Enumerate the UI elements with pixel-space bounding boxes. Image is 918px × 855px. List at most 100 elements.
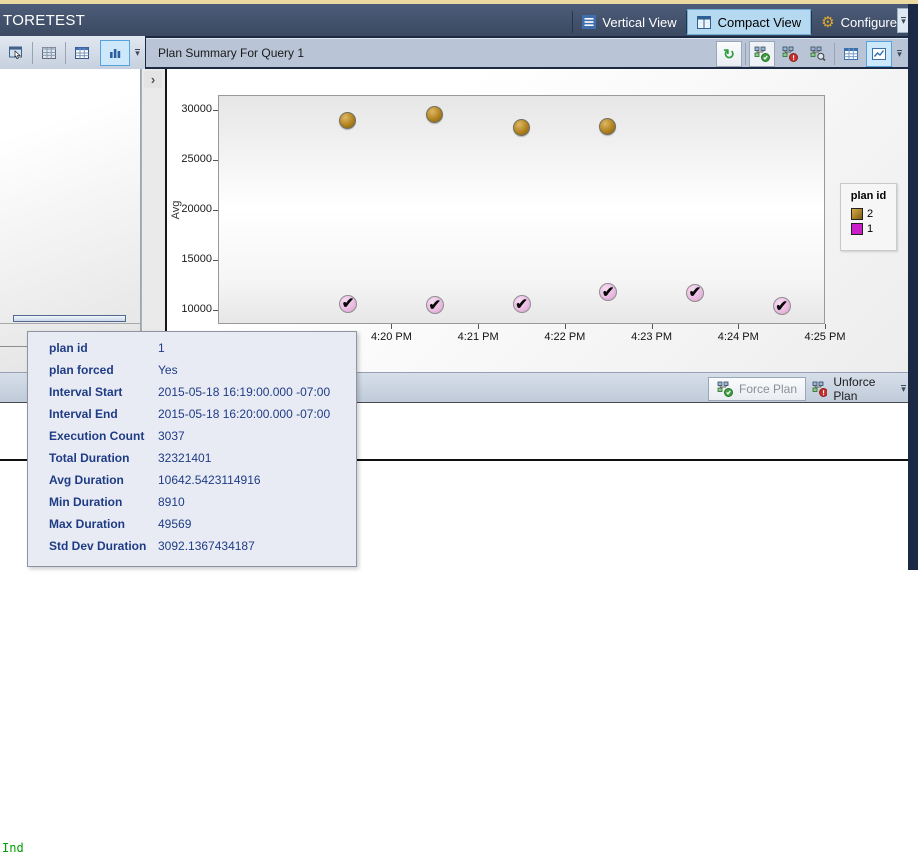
configure-button[interactable]: ⚙ Configure bbox=[812, 9, 906, 35]
compact-view-button[interactable]: Compact View bbox=[686, 9, 812, 35]
tooltip-value: 2015-05-18 16:20:00.000 -07:00 bbox=[158, 407, 331, 421]
tooltip-row: Total Duration 32321401 bbox=[28, 447, 356, 469]
titlebar-button-group: Vertical View Compact View ⚙ Configure bbox=[572, 9, 906, 35]
chart-view-button[interactable] bbox=[866, 41, 892, 67]
force-plan-icon bbox=[754, 46, 770, 62]
tooltip-value: 8910 bbox=[158, 495, 185, 509]
table-view-icon bbox=[75, 46, 89, 59]
tooltip-value: 2015-05-18 16:19:00.000 -07:00 bbox=[158, 385, 331, 399]
chart-view-icon bbox=[872, 48, 886, 60]
tooltip-label: plan forced bbox=[49, 363, 114, 377]
tooltip-value: 32321401 bbox=[158, 451, 212, 465]
tooltip-value: 3092.1367434187 bbox=[158, 539, 255, 553]
legend-item-plan-1: 1 bbox=[851, 223, 896, 235]
chevron-right-icon: › bbox=[150, 72, 156, 87]
grid-results-icon bbox=[42, 46, 56, 59]
refresh-button[interactable]: ↻ bbox=[716, 41, 742, 67]
titlebar: TORETEST Vertical View Compact View ⚙ Co… bbox=[0, 4, 918, 36]
toolbar-separator bbox=[65, 41, 66, 64]
tooltip-label: Max Duration bbox=[49, 517, 126, 531]
tooltip-value: 1 bbox=[158, 341, 165, 355]
tooltip-row: Execution Count 3037 bbox=[28, 425, 356, 447]
view-plan-icon bbox=[810, 46, 826, 62]
window-title: TORETEST bbox=[3, 12, 86, 29]
left-toolbar-overflow-button[interactable]: ▾ bbox=[131, 41, 144, 65]
grid-results-button[interactable] bbox=[36, 40, 62, 66]
toolbar-separator bbox=[745, 43, 746, 65]
tooltip-value: Yes bbox=[158, 363, 178, 377]
tooltip-label: Interval End bbox=[49, 407, 118, 421]
data-point-plan1[interactable]: ✔ bbox=[339, 294, 358, 313]
window-right-edge bbox=[908, 4, 918, 570]
plan-list-pane bbox=[0, 69, 141, 372]
pane-divider bbox=[0, 323, 141, 324]
y-axis-title: Avg bbox=[170, 200, 182, 220]
panel-header-icons: ↻ ▾ bbox=[715, 41, 906, 67]
chart-legend: plan id 21 bbox=[840, 183, 897, 251]
legend-item-plan-2: 2 bbox=[851, 208, 896, 220]
table-view-button[interactable] bbox=[69, 40, 95, 66]
tooltip-value: 10642.5423114916 bbox=[158, 473, 261, 487]
left-toolbar: ▾ bbox=[0, 36, 145, 69]
force-plan-label: Force Plan bbox=[739, 382, 798, 396]
plan-summary-header: Plan Summary For Query 1 ↻ ▾ bbox=[146, 38, 908, 67]
tooltip-label: Interval Start bbox=[49, 385, 123, 399]
tooltip-row: Interval End 2015-05-18 16:20:00.000 -07:… bbox=[28, 403, 356, 425]
query-text: Ind bbox=[2, 841, 24, 855]
data-point-plan1[interactable]: ✔ bbox=[772, 297, 791, 315]
query-store-window: { "titlebar": { "title": "TORETEST", "bu… bbox=[0, 0, 918, 855]
tooltip-row: Max Duration 49569 bbox=[28, 513, 356, 535]
grid-view-button[interactable] bbox=[838, 41, 864, 67]
tooltip-value: 49569 bbox=[158, 517, 192, 531]
legend-label: 1 bbox=[867, 223, 874, 235]
legend-swatch bbox=[851, 208, 863, 220]
legend-items: 21 bbox=[841, 208, 896, 235]
toolbar-separator bbox=[834, 43, 835, 65]
horizontal-scrollbar-thumb[interactable] bbox=[13, 315, 126, 322]
unforce-plan-icon-button[interactable] bbox=[777, 41, 803, 67]
bar-chart-view-icon bbox=[110, 48, 121, 58]
tooltip-row: Avg Duration 10642.5423114916 bbox=[28, 469, 356, 491]
tooltip-label: plan id bbox=[49, 341, 88, 355]
bar-chart-view-button[interactable] bbox=[100, 39, 130, 66]
configure-label: Configure bbox=[840, 14, 897, 30]
vertical-view-button[interactable]: Vertical View bbox=[573, 9, 685, 35]
unforce-plan-icon bbox=[782, 46, 798, 62]
vertical-view-icon bbox=[582, 15, 597, 29]
refresh-icon: ↻ bbox=[723, 46, 735, 62]
configure-gear-icon: ⚙ bbox=[821, 13, 835, 31]
data-point-plan2[interactable] bbox=[425, 106, 443, 123]
view-plan-icon-button[interactable] bbox=[805, 41, 831, 67]
expand-panel-button[interactable]: › bbox=[144, 71, 162, 88]
tooltip-row: Min Duration 8910 bbox=[28, 491, 356, 513]
data-point-plan2[interactable] bbox=[339, 112, 357, 129]
panel-title: Plan Summary For Query 1 bbox=[158, 46, 305, 60]
data-point-plan1[interactable]: ✔ bbox=[425, 296, 444, 314]
query-plan-window-icon bbox=[9, 46, 22, 59]
tooltip-label: Std Dev Duration bbox=[49, 539, 147, 553]
force-plan-icon bbox=[717, 381, 733, 397]
vertical-view-label: Vertical View bbox=[602, 14, 677, 30]
data-point-plan1[interactable]: ✔ bbox=[512, 295, 531, 313]
tooltip-row: plan id 1 bbox=[28, 337, 356, 359]
collapsed-panel-strip bbox=[141, 69, 165, 372]
unforce-plan-label: Unforce Plan bbox=[833, 375, 876, 403]
tooltip-label: Avg Duration bbox=[49, 473, 124, 487]
tooltip-label: Total Duration bbox=[49, 451, 130, 465]
data-point-plan1[interactable]: ✔ bbox=[685, 283, 704, 302]
tooltip-row: plan forced Yes bbox=[28, 359, 356, 381]
legend-swatch bbox=[851, 223, 863, 235]
query-plan-window-button[interactable] bbox=[3, 40, 29, 66]
panel-header-overflow-button[interactable]: ▾ bbox=[893, 42, 906, 66]
toolbar-row: ▾ Plan Summary For Query 1 ↻ ▾ bbox=[0, 36, 918, 69]
legend-label: 2 bbox=[867, 208, 874, 220]
force-plan-icon-button[interactable] bbox=[749, 41, 775, 67]
tooltip-label: Execution Count bbox=[49, 429, 145, 443]
unforce-plan-button[interactable]: Unforce Plan bbox=[804, 375, 908, 403]
grid-view-icon bbox=[844, 48, 858, 60]
toolbar-separator bbox=[32, 41, 33, 64]
tooltip-row: Interval Start 2015-05-18 16:19:00.000 -0… bbox=[28, 381, 356, 403]
force-plan-button[interactable]: Force Plan bbox=[708, 377, 807, 401]
data-point-plan2[interactable] bbox=[512, 118, 530, 136]
tooltip-label: Min Duration bbox=[49, 495, 123, 509]
